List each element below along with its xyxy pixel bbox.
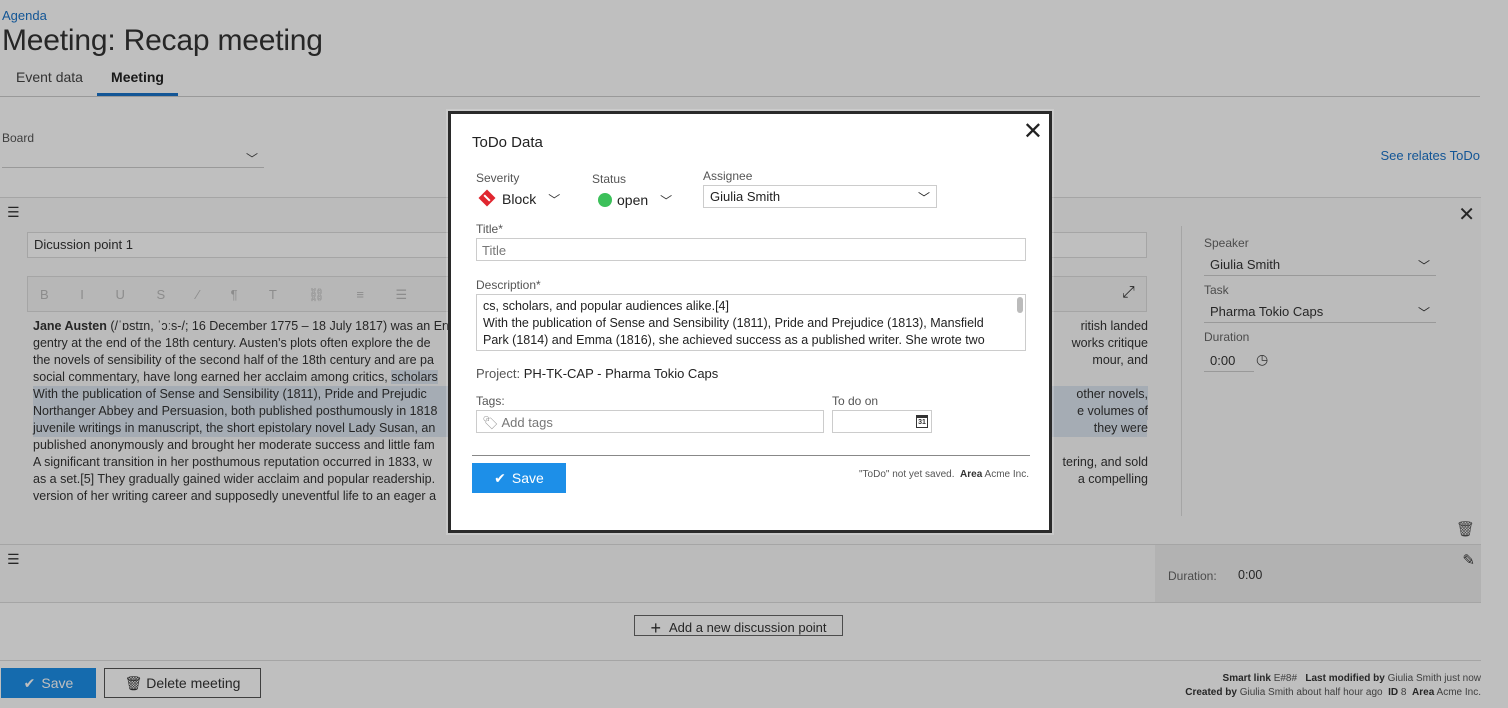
tags-placeholder: Add tags [501,415,553,430]
status-select[interactable]: open ﹀ [598,192,672,209]
scrollbar[interactable] [1017,297,1023,313]
save-label: Save [511,470,544,486]
status-dot-icon [598,193,612,207]
area-label: Area [960,469,983,480]
tags-input[interactable]: 🏷 Add tags [476,410,824,433]
not-saved-text: "ToDo" not yet saved. [859,469,955,480]
assignee-label: Assignee [703,169,753,183]
severity-select[interactable]: Block ﹀ [478,189,561,208]
status-label: Status [592,172,627,186]
chevron-down-icon: ﹀ [548,193,561,207]
todo-on-label: To do on [832,394,879,408]
description-textarea[interactable]: cs, scholars, and popular audiences alik… [476,294,1026,351]
tags-label: Tags: [476,394,505,408]
description-line: With the publication of Sense and Sensib… [483,316,984,330]
todo-dialog: ToDo Data ✕ Severity Block ﹀ Status open ﹀… [448,111,1052,533]
description-line: Park (1814) and Emma (1816), she achieve… [483,333,985,347]
todo-metadata: "ToDo" not yet saved. Area Acme Inc. [859,469,1029,480]
assignee-select[interactable]: Giulia Smith ﹀ [703,185,937,208]
save-todo-button[interactable]: ✔ Save [472,463,566,493]
tag-icon: 🏷 [482,415,499,430]
area-value: Acme Inc. [984,469,1029,480]
close-icon[interactable]: ✕ [1023,120,1043,144]
dialog-title: ToDo Data [472,134,543,151]
chevron-down-icon: ﹀ [917,191,930,205]
block-severity-icon [478,189,496,207]
todo-date-input[interactable]: 31 [832,410,932,433]
project-info: Project: PH-TK-CAP - Pharma Tokio Caps [476,366,718,381]
calendar-icon[interactable]: 31 [916,415,928,428]
severity-label: Severity [476,171,520,185]
severity-value: Block [502,191,537,207]
description-line: cs, scholars, and popular audiences alik… [483,299,729,313]
project-label: Project: [476,366,521,381]
description-label: Description* [476,278,541,292]
title-input[interactable]: Title [476,238,1026,261]
project-value: PH-TK-CAP - Pharma Tokio Caps [523,366,719,381]
title-label: Title* [476,222,503,236]
divider [472,455,1030,456]
chevron-down-icon: ﹀ [660,194,673,208]
assignee-value: Giulia Smith [710,189,781,204]
status-value: open [617,192,649,208]
check-icon: ✔ [494,470,506,486]
